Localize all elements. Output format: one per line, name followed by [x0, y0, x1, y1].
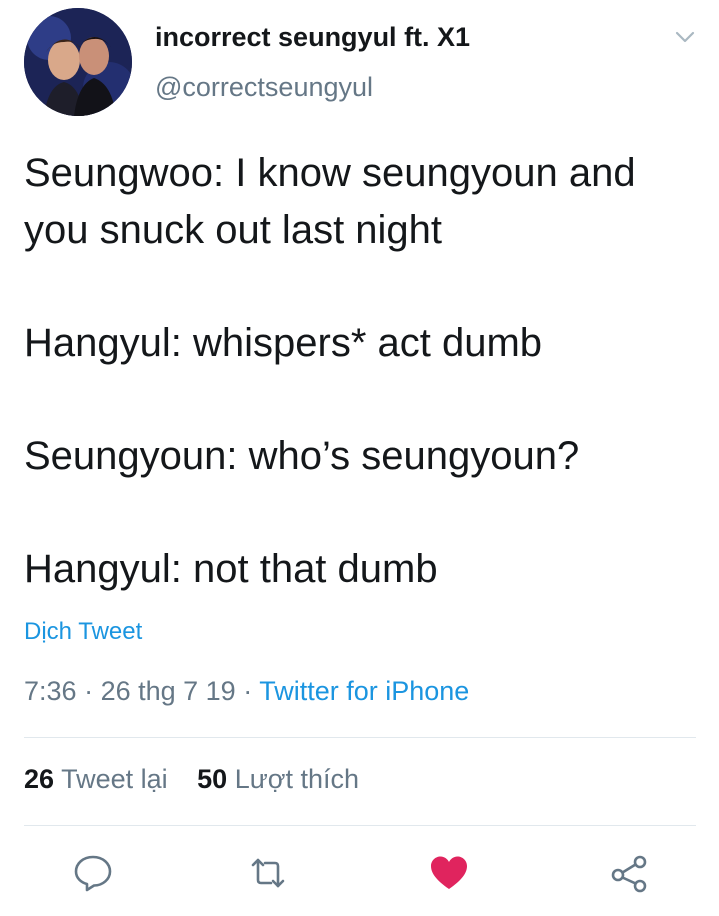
tweet-paragraph: Seungyoun: who’s seungyoun?: [24, 428, 704, 485]
display-name[interactable]: incorrect seungyul ft. X1: [155, 22, 470, 53]
tweet-line: Hangyul: whispers* act dumb: [24, 321, 543, 365]
chevron-down-icon[interactable]: [672, 24, 698, 50]
likes-stat[interactable]: 50 Lượt thích: [197, 764, 359, 794]
tweet-line: Seungyoun: who’s seungyoun?: [24, 434, 580, 478]
divider: [24, 737, 696, 738]
meta-separator: ·: [235, 676, 260, 706]
meta-separator: ·: [76, 676, 101, 706]
tweet-meta: 7:36 · 26 thg 7 19 · Twitter for iPhone: [24, 676, 469, 707]
tweet-paragraph: Seungwoo: I know seungyoun and you snuck…: [24, 145, 704, 259]
tweet-source-link[interactable]: Twitter for iPhone: [259, 676, 469, 706]
tweet-date: 26 thg 7 19: [100, 676, 236, 706]
tweet-time: 7:36: [24, 676, 77, 706]
retweets-stat[interactable]: 26 Tweet lại: [24, 764, 168, 794]
tweet-line: you snuck out last night: [24, 208, 443, 252]
retweets-count: 26: [24, 764, 55, 794]
tweet-paragraph: Hangyul: whispers* act dumb: [24, 315, 704, 372]
avatar[interactable]: [24, 8, 132, 116]
avatar-image: [24, 8, 132, 116]
user-handle[interactable]: @correctseungyul: [155, 72, 373, 103]
likes-label: Lượt thích: [234, 764, 360, 794]
divider: [24, 825, 696, 826]
share-icon[interactable]: [608, 852, 650, 894]
retweets-label: Tweet lại: [61, 764, 168, 794]
tweet-stats: 26 Tweet lại 50 Lượt thích: [24, 764, 381, 795]
tweet-line: Seungwoo: I know seungyoun and: [24, 151, 636, 195]
tweet-line: Hangyul: not that dumb: [24, 547, 438, 591]
likes-count: 50: [197, 764, 228, 794]
tweet-paragraph: Hangyul: not that dumb: [24, 541, 704, 598]
translate-tweet-link[interactable]: Dịch Tweet: [24, 618, 142, 646]
retweet-icon[interactable]: [247, 852, 289, 894]
reply-icon[interactable]: [72, 852, 114, 894]
tweet-text: Seungwoo: I know seungyoun and you snuck…: [24, 145, 704, 654]
heart-icon[interactable]: [428, 852, 470, 894]
